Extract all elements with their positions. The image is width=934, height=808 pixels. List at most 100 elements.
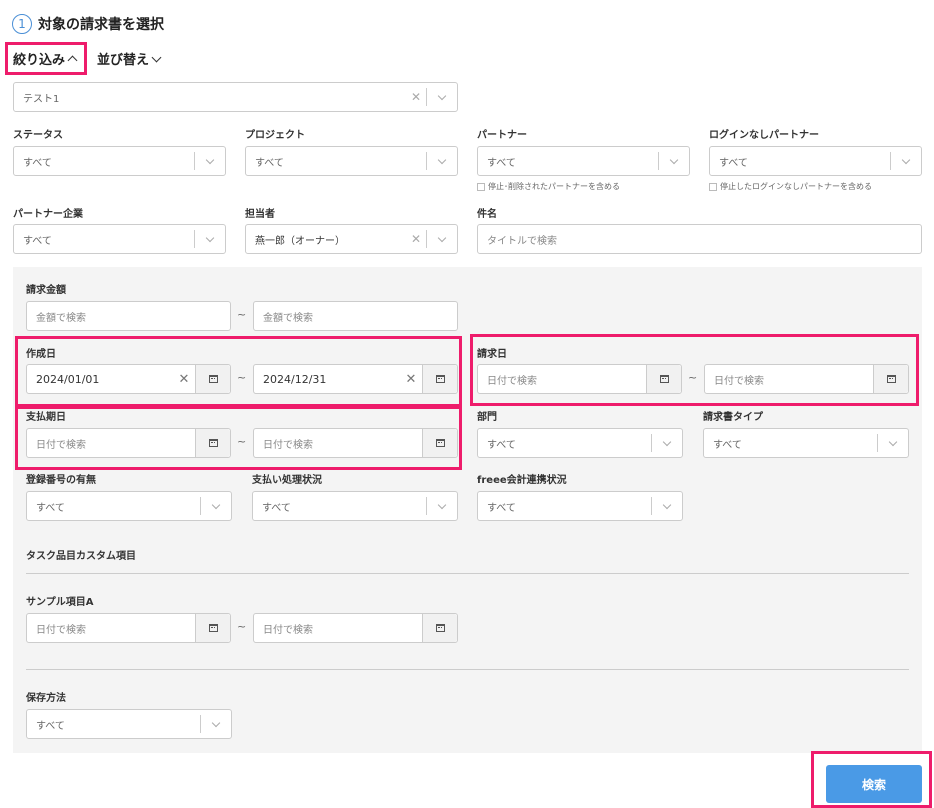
dropdown-arrow[interactable] bbox=[427, 155, 457, 164]
range-separator: ~ bbox=[237, 620, 247, 633]
range-separator: ~ bbox=[237, 435, 247, 448]
nologin-partner-label: ログインなしパートナー bbox=[709, 130, 819, 141]
calendar-icon bbox=[886, 375, 896, 383]
calendar-button[interactable] bbox=[422, 365, 457, 393]
amount-from-placeholder: 金額で検索 bbox=[36, 312, 86, 324]
amount-to-input[interactable]: 金額で検索 bbox=[253, 301, 458, 331]
storage-select[interactable]: すべて bbox=[26, 709, 232, 739]
range-separator: ~ bbox=[688, 371, 698, 384]
invoice-type-select[interactable]: すべて bbox=[703, 428, 909, 458]
invoice-date-from-placeholder: 日付で検索 bbox=[487, 375, 537, 387]
invoice-type-label: 請求書タイプ bbox=[703, 412, 763, 423]
created-date-to[interactable]: 2024/12/31 ✕ bbox=[253, 364, 458, 394]
clear-icon[interactable]: ✕ bbox=[406, 232, 426, 246]
filter-toggle-label: 絞り込み bbox=[13, 53, 66, 68]
chevron-down-icon bbox=[437, 233, 447, 242]
partner-company-select[interactable]: すべて bbox=[13, 224, 226, 254]
partner-company-label: パートナー企業 bbox=[13, 209, 83, 220]
custom-section-label: タスク品目カスタム項目 bbox=[26, 551, 136, 562]
due-date-to[interactable]: 日付で検索 bbox=[253, 428, 458, 458]
freee-label: freee会計連携状況 bbox=[477, 475, 567, 486]
dropdown-arrow[interactable] bbox=[195, 233, 225, 242]
clear-icon[interactable]: ✕ bbox=[400, 365, 422, 393]
calendar-button[interactable] bbox=[646, 365, 681, 393]
dropdown-arrow[interactable] bbox=[878, 437, 908, 446]
chevron-down-icon bbox=[437, 500, 447, 509]
sample-a-from[interactable]: 日付で検索 bbox=[26, 613, 231, 643]
created-date-from[interactable]: 2024/01/01 ✕ bbox=[26, 364, 231, 394]
calendar-button[interactable] bbox=[195, 365, 230, 393]
created-date-from-value: 2024/01/01 bbox=[36, 372, 100, 386]
status-select[interactable]: すべて bbox=[13, 146, 226, 176]
checkbox-label: 停止したログインなしパートナーを含める bbox=[720, 182, 872, 191]
calendar-button[interactable] bbox=[422, 429, 457, 457]
calendar-button[interactable] bbox=[195, 429, 230, 457]
partner-label: パートナー bbox=[477, 130, 527, 141]
chevron-down-icon bbox=[888, 437, 898, 446]
registration-select[interactable]: すべて bbox=[26, 491, 232, 521]
invoice-date-from[interactable]: 日付で検索 bbox=[477, 364, 682, 394]
sample-a-to-placeholder: 日付で検索 bbox=[263, 624, 313, 636]
payment-status-select[interactable]: すべて bbox=[252, 491, 458, 521]
clear-icon[interactable]: ✕ bbox=[406, 90, 426, 104]
created-date-label: 作成日 bbox=[26, 349, 56, 360]
include-stopped-nologin-checkbox[interactable]: 停止したログインなしパートナーを含める bbox=[709, 181, 872, 192]
payment-status-label: 支払い処理状況 bbox=[252, 475, 322, 486]
search-button[interactable]: 検索 bbox=[826, 765, 922, 803]
calendar-button[interactable] bbox=[195, 614, 230, 642]
due-date-label: 支払期日 bbox=[26, 412, 66, 423]
calendar-icon bbox=[208, 375, 218, 383]
partner-company-value: すべて bbox=[23, 235, 52, 247]
department-label: 部門 bbox=[477, 412, 497, 423]
project-value: すべて bbox=[255, 157, 284, 169]
step-number: 1 bbox=[12, 14, 32, 34]
due-date-from[interactable]: 日付で検索 bbox=[26, 428, 231, 458]
chevron-down-icon bbox=[205, 233, 215, 242]
registration-label: 登録番号の有無 bbox=[26, 475, 96, 486]
dropdown-arrow[interactable] bbox=[891, 155, 921, 164]
assignee-label: 担当者 bbox=[245, 209, 275, 220]
chevron-down-icon bbox=[669, 155, 679, 164]
dropdown-arrow[interactable] bbox=[201, 500, 231, 509]
dropdown-arrow[interactable] bbox=[652, 500, 682, 509]
amount-from-input[interactable]: 金額で検索 bbox=[26, 301, 231, 331]
section-title: 対象の請求書を選択 bbox=[38, 17, 164, 33]
dropdown-arrow[interactable] bbox=[427, 91, 457, 100]
calendar-button[interactable] bbox=[422, 614, 457, 642]
nologin-partner-select[interactable]: すべて bbox=[709, 146, 922, 176]
sample-a-to[interactable]: 日付で検索 bbox=[253, 613, 458, 643]
freee-select[interactable]: すべて bbox=[477, 491, 683, 521]
dropdown-arrow[interactable] bbox=[427, 500, 457, 509]
calendar-button[interactable] bbox=[873, 365, 908, 393]
department-select[interactable]: すべて bbox=[477, 428, 683, 458]
filter-toggle[interactable]: 絞り込み bbox=[13, 49, 78, 68]
section-header: 1 対象の請求書を選択 bbox=[12, 14, 164, 34]
sample-a-label: サンプル項目A bbox=[26, 597, 94, 608]
project-select[interactable]: すべて bbox=[245, 146, 458, 176]
chevron-down-icon bbox=[437, 91, 447, 100]
amount-label: 請求金額 bbox=[26, 285, 66, 296]
due-date-to-placeholder: 日付で検索 bbox=[263, 439, 313, 451]
subject-input[interactable]: タイトルで検索 bbox=[477, 224, 922, 254]
include-stopped-partner-checkbox[interactable]: 停止･削除されたパートナーを含める bbox=[477, 181, 620, 192]
created-date-to-value: 2024/12/31 bbox=[263, 372, 327, 386]
dropdown-arrow[interactable] bbox=[659, 155, 689, 164]
saved-filter-select[interactable]: テスト1 ✕ bbox=[13, 82, 458, 112]
chevron-down-icon bbox=[211, 500, 221, 509]
divider bbox=[26, 573, 909, 574]
chevron-down-icon bbox=[437, 155, 447, 164]
invoice-date-to[interactable]: 日付で検索 bbox=[704, 364, 909, 394]
assignee-select[interactable]: 燕一郎（オーナー） ✕ bbox=[245, 224, 458, 254]
invoice-date-to-placeholder: 日付で検索 bbox=[714, 375, 764, 387]
range-separator: ~ bbox=[237, 308, 247, 321]
dropdown-arrow[interactable] bbox=[195, 155, 225, 164]
chevron-down-icon bbox=[211, 718, 221, 727]
sort-toggle[interactable]: 並び替え bbox=[97, 49, 162, 68]
checkbox[interactable] bbox=[709, 182, 717, 191]
clear-icon[interactable]: ✕ bbox=[173, 365, 195, 393]
dropdown-arrow[interactable] bbox=[652, 437, 682, 446]
partner-select[interactable]: すべて bbox=[477, 146, 690, 176]
dropdown-arrow[interactable] bbox=[201, 718, 231, 727]
dropdown-arrow[interactable] bbox=[427, 233, 457, 242]
checkbox[interactable] bbox=[477, 182, 485, 191]
